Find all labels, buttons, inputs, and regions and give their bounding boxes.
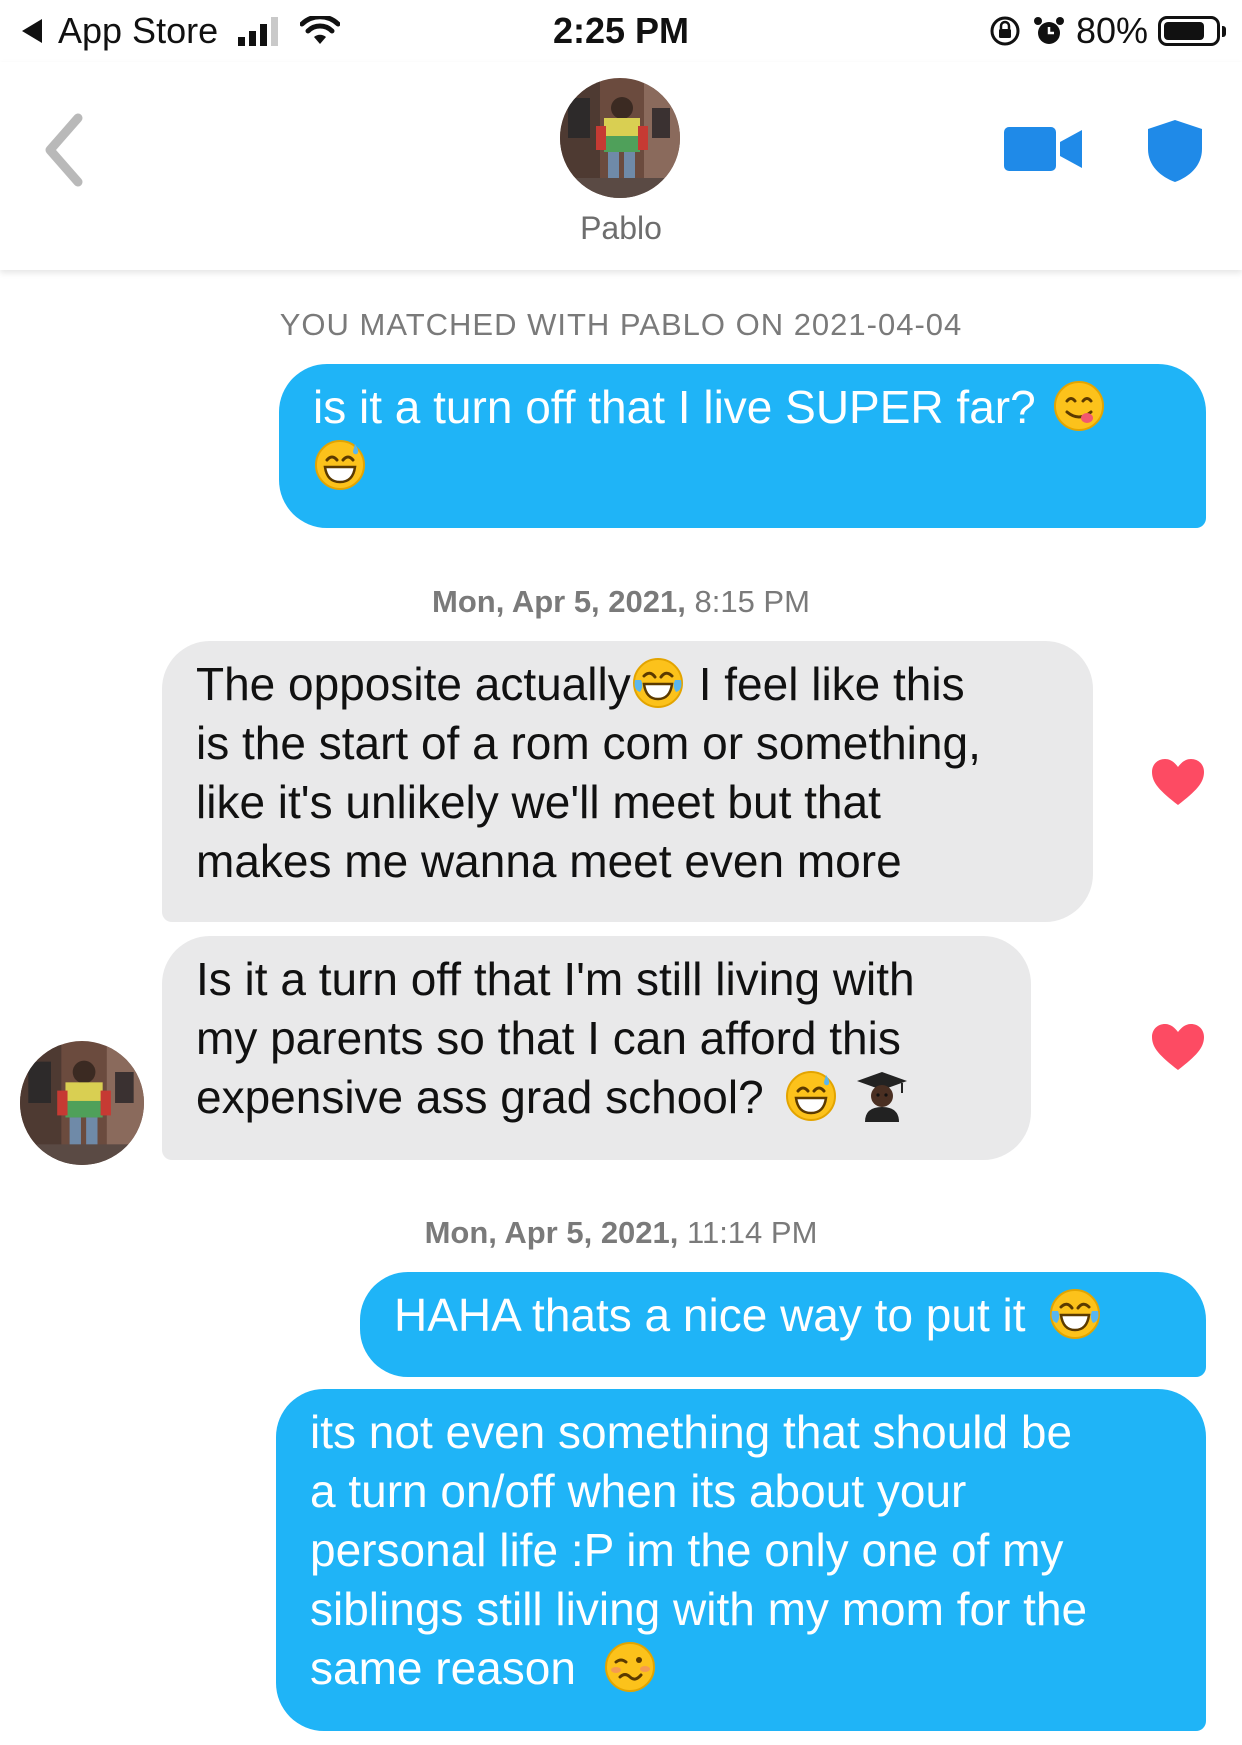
message-text: HAHA thats a nice way to put it	[394, 1289, 1026, 1341]
message-text-line: The opposite actually	[196, 658, 631, 710]
match-notice: YOU MATCHED WITH PABLO ON 2021-04-04	[279, 307, 963, 342]
outgoing-message[interactable]: is it a turn off that I live SUPER far?	[279, 364, 1206, 528]
grinning-face-with-sweat-emoji	[786, 1071, 837, 1121]
message-text-line: Is it a turn off that I'm still living w…	[196, 953, 915, 1005]
match-avatar[interactable]	[560, 78, 680, 198]
profile-photo-image	[560, 78, 680, 198]
message-text-line: expensive ass grad school?	[196, 1071, 764, 1123]
back-chevron-icon[interactable]	[40, 110, 90, 190]
alarm-icon	[1033, 17, 1064, 44]
video-call-icon[interactable]	[1004, 124, 1084, 174]
status-bar: App Store 2:25 PM 80%	[0, 0, 1242, 62]
message-text-line: like it's unlikely we'll meet but that	[196, 776, 881, 828]
message-text-line: same reason	[310, 1642, 576, 1694]
message-text-line: a turn on/off when its about your	[310, 1465, 967, 1517]
grinning-face-with-sweat-emoji	[315, 440, 365, 490]
safety-shield-icon[interactable]	[1145, 118, 1205, 184]
message-text-line: its not even something that should be	[310, 1406, 1073, 1458]
face-with-tears-of-joy-emoji	[1050, 1289, 1101, 1339]
chat-header: Pablo	[0, 62, 1242, 270]
outgoing-message[interactable]: HAHA thats a nice way to put it	[360, 1272, 1206, 1377]
profile-photo-image	[20, 1041, 144, 1165]
timestamp: Mon, Apr 5, 2021, 8:15 PM	[0, 584, 1242, 620]
timestamp-date: Mon, Apr 5, 2021,	[432, 584, 686, 619]
woozy-face-emoji	[604, 1642, 655, 1692]
timestamp-date: Mon, Apr 5, 2021,	[424, 1215, 679, 1250]
message-text-line: makes me wanna meet even more	[196, 835, 902, 887]
sender-avatar[interactable]	[20, 1041, 144, 1165]
face-with-tears-of-joy-emoji	[632, 658, 683, 708]
timestamp: Mon, Apr 5, 2021, 11:14 PM	[0, 1215, 1242, 1251]
man-student-emoji	[857, 1072, 908, 1122]
timestamp-time: 8:15 PM	[694, 584, 810, 619]
message-text: is it a turn off that I live SUPER far?	[313, 381, 1036, 433]
message-text-line: I feel like this	[698, 658, 965, 710]
orientation-lock-icon	[990, 16, 1020, 46]
timestamp-time: 11:14 PM	[687, 1215, 818, 1250]
battery-percentage: 80%	[1075, 10, 1148, 51]
heart-icon[interactable]	[1150, 1022, 1206, 1072]
battery-icon	[1158, 16, 1226, 46]
incoming-message[interactable]: The opposite actually I feel like this i…	[162, 641, 1093, 922]
face-savoring-food-emoji	[1054, 381, 1105, 431]
incoming-message[interactable]: Is it a turn off that I'm still living w…	[162, 936, 1031, 1160]
match-name[interactable]: Pablo	[0, 210, 1242, 247]
heart-icon[interactable]	[1150, 757, 1206, 807]
message-text-line: is the start of a rom com or something,	[196, 717, 981, 769]
message-text-line: personal life :P im the only one of my	[310, 1524, 1064, 1576]
outgoing-message[interactable]: its not even something that should be a …	[276, 1389, 1206, 1731]
message-text-line: siblings still living with my mom for th…	[310, 1583, 1088, 1635]
message-text-line: my parents so that I can afford this	[196, 1012, 901, 1064]
